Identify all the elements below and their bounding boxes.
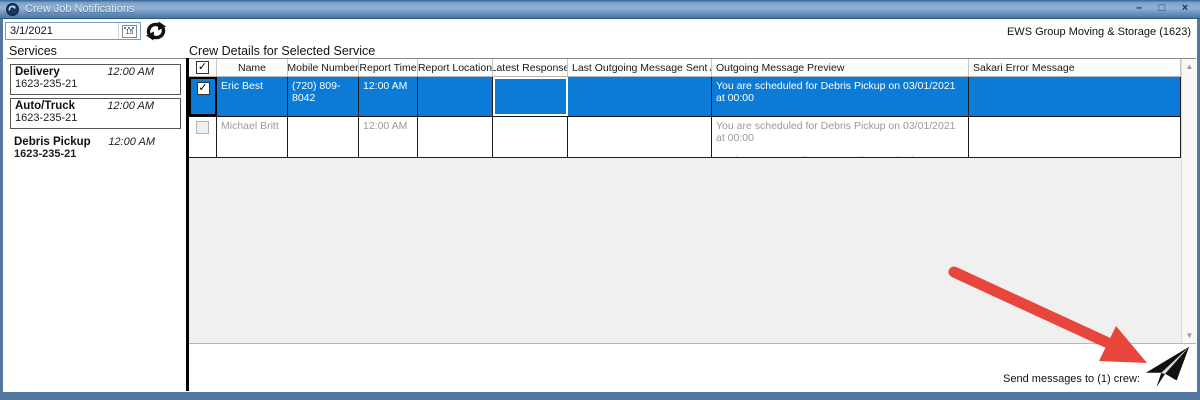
cell-report-location[interactable] bbox=[418, 77, 493, 116]
col-header-report-time[interactable]: Report Time bbox=[359, 59, 418, 76]
service-item-delivery[interactable]: Delivery 12:00 AM 1623-235-21 bbox=[10, 64, 181, 95]
col-header-latest-response[interactable]: Latest Response bbox=[493, 59, 568, 76]
row-checkbox-unchecked[interactable] bbox=[196, 121, 209, 134]
service-item-debris-pickup[interactable]: Debris Pickup 12:00 AM 1623-235-21 bbox=[10, 135, 181, 166]
services-heading: Services bbox=[9, 44, 57, 58]
cell-sakari-error[interactable] bbox=[969, 117, 1181, 157]
select-all-header-cell[interactable]: ✓ bbox=[189, 59, 217, 76]
window-title: Crew Job Notifications bbox=[25, 3, 134, 15]
crew-row-michael-britt[interactable]: Michael Britt 12:00 AM You are scheduled… bbox=[189, 117, 1181, 158]
cell-name[interactable]: Michael Britt bbox=[217, 117, 288, 157]
col-header-mobile-number[interactable]: Mobile Number bbox=[288, 59, 359, 76]
cell-report-location[interactable] bbox=[418, 117, 493, 157]
window-content: 3/1/2021 15 EWS Group Moving & Storage (… bbox=[3, 19, 1197, 392]
col-header-name[interactable]: Name bbox=[217, 59, 288, 76]
cell-name[interactable]: Eric Best bbox=[217, 77, 288, 116]
scroll-up-icon[interactable]: ▲ bbox=[1182, 59, 1197, 74]
crew-row-eric-best[interactable]: ✓ Eric Best (720) 809-8042 12:00 AM You … bbox=[189, 77, 1181, 117]
cell-sakari-error[interactable] bbox=[969, 77, 1181, 116]
select-all-checkbox[interactable]: ✓ bbox=[196, 61, 209, 74]
cell-report-time[interactable]: 12:00 AM bbox=[359, 77, 418, 116]
crew-grid: ✓ Name Mobile Number Report Time Report … bbox=[189, 58, 1196, 344]
send-paper-plane-button[interactable] bbox=[1142, 342, 1194, 392]
grid-header-row: ✓ Name Mobile Number Report Time Report … bbox=[189, 59, 1181, 77]
col-header-report-location[interactable]: Report Location bbox=[418, 59, 493, 76]
row-checkbox-cell[interactable] bbox=[189, 117, 217, 157]
company-label: EWS Group Moving & Storage (1623) bbox=[1007, 26, 1191, 38]
cell-latest-response-focused[interactable] bbox=[493, 77, 568, 116]
col-header-sakari-error[interactable]: Sakari Error Message bbox=[969, 59, 1181, 76]
refresh-button[interactable] bbox=[144, 21, 168, 41]
date-picker-field[interactable]: 3/1/2021 15 bbox=[5, 22, 141, 40]
send-messages-label: Send messages to (1) crew: bbox=[1003, 373, 1140, 385]
calendar-icon: 15 bbox=[122, 25, 137, 38]
cell-mobile[interactable]: (720) 809-8042 bbox=[288, 77, 359, 116]
grid-vertical-scrollbar[interactable]: ▲ ▼ bbox=[1181, 59, 1196, 343]
date-value[interactable]: 3/1/2021 bbox=[6, 25, 118, 37]
col-header-message-preview[interactable]: Outgoing Message Preview bbox=[712, 59, 969, 76]
cell-report-time[interactable]: 12:00 AM bbox=[359, 117, 418, 157]
row-checkbox-cell[interactable]: ✓ bbox=[189, 77, 217, 116]
calendar-button[interactable]: 15 bbox=[118, 23, 140, 39]
row-checkbox-checked[interactable]: ✓ bbox=[197, 82, 210, 95]
col-header-last-outgoing[interactable]: Last Outgoing Message Sent At bbox=[568, 59, 712, 76]
close-button[interactable]: × bbox=[1178, 1, 1192, 16]
cell-last-outgoing[interactable] bbox=[568, 117, 712, 157]
restore-button[interactable]: □ bbox=[1155, 1, 1169, 16]
cell-latest-response[interactable] bbox=[493, 117, 568, 157]
cell-mobile[interactable] bbox=[288, 117, 359, 157]
cell-message-preview[interactable]: You are scheduled for Debris Pickup on 0… bbox=[712, 77, 969, 116]
minimize-button[interactable]: – bbox=[1132, 1, 1146, 16]
app-icon bbox=[6, 3, 19, 16]
cell-message-preview[interactable]: You are scheduled for Debris Pickup on 0… bbox=[712, 117, 969, 157]
crew-job-notifications-window: Crew Job Notifications – □ × 3/1/2021 15… bbox=[0, 0, 1200, 400]
scroll-down-icon[interactable]: ▼ bbox=[1182, 328, 1197, 343]
title-bar[interactable]: Crew Job Notifications – □ × bbox=[0, 0, 1200, 19]
cell-last-outgoing[interactable] bbox=[568, 77, 712, 116]
service-item-auto-truck[interactable]: Auto/Truck 12:00 AM 1623-235-21 bbox=[10, 98, 181, 129]
crew-details-heading: Crew Details for Selected Service bbox=[189, 44, 375, 58]
services-list: Delivery 12:00 AM 1623-235-21 Auto/Truck… bbox=[7, 58, 186, 391]
